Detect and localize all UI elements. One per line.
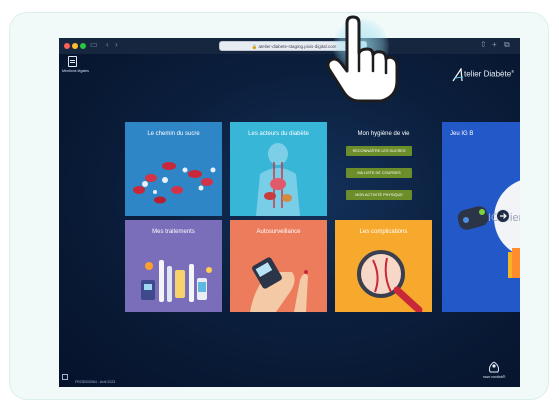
shopping-list-button[interactable]: MA LISTE DE COURSES: [346, 168, 412, 178]
forward-button[interactable]: ›: [115, 40, 118, 49]
magnifier-illustration: [357, 250, 423, 312]
tile-les-complications[interactable]: Les complications: [335, 220, 432, 312]
share-button[interactable]: ⇧: [480, 40, 487, 49]
novo-nordisk-label: novo nordisk®: [482, 375, 506, 379]
glucose-meter-illustration: [250, 257, 308, 312]
blood-cells-illustration: [133, 162, 216, 204]
lock-icon: 🔒: [251, 44, 259, 49]
body-illustration: [256, 143, 300, 216]
app-screen: ▭ ‹ › 🔒 atelier-diabete-staging.pixis-di…: [59, 38, 520, 387]
footer-code: FR23DI00064 - Avril 2023: [75, 380, 116, 384]
brand-name-text: telier Diabète: [464, 69, 512, 79]
tile-autosurveillance[interactable]: Autosurveillance: [230, 220, 327, 312]
treatments-illustration: [141, 260, 212, 302]
hand-pointer-icon: [326, 15, 399, 103]
novo-nordisk-logo: novo nordisk®: [477, 360, 511, 382]
physical-activity-button[interactable]: MON ACTIVITÉ PHYSIQUE: [346, 190, 412, 200]
new-tab-button[interactable]: +: [492, 40, 497, 49]
tile-acteurs-du-diabete[interactable]: Les acteurs du diabète: [230, 122, 327, 216]
carousel-next-button[interactable]: [496, 209, 510, 223]
novo-nordisk-logo-icon: [489, 361, 499, 373]
tab-overview-button[interactable]: ⧉: [504, 40, 510, 50]
browser-toolbar: ▭ ‹ › 🔒 atelier-diabete-staging.pixis-di…: [59, 38, 520, 54]
brand-logo: telier Diabète®: [452, 68, 518, 82]
recognize-sugars-button[interactable]: RECONNAÎTRE LES SUCRES: [346, 146, 412, 156]
back-button[interactable]: ‹: [106, 40, 109, 49]
tile-mes-traitements[interactable]: Mes traitements: [125, 220, 222, 312]
arrow-right-icon: [500, 213, 507, 219]
document-icon[interactable]: [68, 56, 77, 67]
tile-chemin-du-sucre[interactable]: Le chemin du sucre: [125, 122, 222, 216]
tile-hygiene-de-vie: Mon hygiène de vie RECONNAÎTRE LES SUCRE…: [335, 122, 432, 216]
zoom-window-button[interactable]: [80, 43, 86, 49]
brand-name: telier Diabète®: [464, 69, 514, 79]
sidebar-toggle-icon[interactable]: ▭: [90, 40, 98, 49]
brand-mark: ®: [511, 69, 515, 74]
legal-mentions-link[interactable]: Mentions légales: [62, 69, 89, 73]
minimize-window-button[interactable]: [72, 43, 78, 49]
close-window-button[interactable]: [64, 43, 70, 49]
tile-hygiene-title: Mon hygiène de vie: [357, 131, 410, 137]
external-link-icon[interactable]: [62, 374, 68, 380]
